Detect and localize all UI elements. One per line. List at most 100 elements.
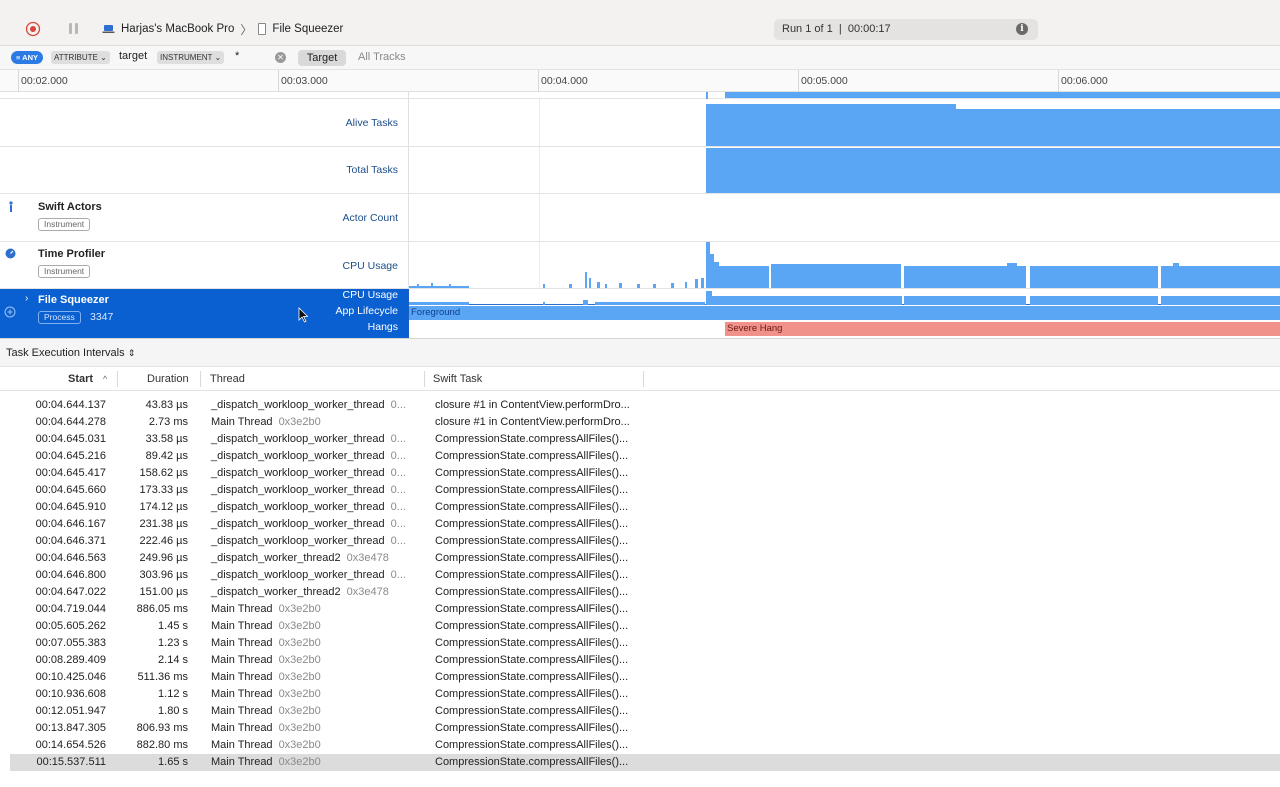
- attribute-token[interactable]: ATTRIBUTE ⌄: [51, 51, 110, 64]
- track-time-profiler[interactable]: Time Profiler Instrument CPU Usage: [0, 242, 1280, 289]
- table-row[interactable]: 00:14.654.526 882.80 ms Main Thread 0x3e2b0…: [10, 737, 1280, 754]
- track-file-squeezer[interactable]: › File Squeezer Process 3347 CPU Usage A…: [0, 289, 1280, 338]
- cell-swift-task: CompressionState.compressAllFiles()...: [435, 467, 629, 479]
- total-tasks-graph[interactable]: [408, 147, 1280, 193]
- table-row[interactable]: 00:10.936.608 1.12 s Main Thread 0x3e2b0 Com…: [10, 686, 1280, 703]
- cell-swift-task: closure #1 in ContentView.performDro...: [435, 399, 630, 411]
- ruler-tick: 00:03.000: [281, 75, 328, 87]
- detail-view-selector[interactable]: Task Execution Intervals ⇕: [6, 347, 135, 359]
- cell-thread-id: 0x3e478: [346, 552, 389, 564]
- cell-start: 00:04.645.910: [35, 501, 106, 513]
- cell-thread: Main Thread 0x3e2b0: [211, 688, 321, 700]
- any-filter-toggle[interactable]: ≡ ANY: [11, 51, 43, 64]
- mouse-cursor: [298, 307, 309, 323]
- table-row[interactable]: 00:04.645.910 174.12 µs _dispatch_workloop…: [10, 499, 1280, 516]
- graph-fill: [725, 92, 1280, 98]
- timeline-ruler[interactable]: 00:02.000 00:03.000 00:04.000 00:05.000 …: [0, 70, 1280, 92]
- lane-label-alive-tasks: Alive Tasks: [345, 117, 398, 129]
- cpu-usage-mini-graph[interactable]: [409, 289, 1280, 305]
- cell-thread: _dispatch_worker_thread2 0x3e478: [211, 586, 389, 598]
- track-alive-tasks[interactable]: Alive Tasks: [0, 99, 1280, 147]
- table-row[interactable]: 00:04.645.031 33.58 µs _dispatch_workloop_…: [10, 431, 1280, 448]
- table-row[interactable]: 00:07.055.383 1.23 s Main Thread 0x3e2b0 Com…: [10, 635, 1280, 652]
- graph-fill: [706, 104, 956, 146]
- cell-thread-id: 0x3e2b0: [278, 722, 321, 734]
- table-row[interactable]: 00:04.645.660 173.33 µs _dispatch_workloop…: [10, 482, 1280, 499]
- cell-thread-id: 0...: [390, 518, 406, 530]
- cell-duration: 1.12 s: [158, 688, 188, 700]
- cell-duration: 231.38 µs: [139, 518, 188, 530]
- instrument-token[interactable]: INSTRUMENT ⌄: [157, 51, 225, 64]
- table-row[interactable]: 00:04.645.417 158.62 µs _dispatch_workloop…: [10, 465, 1280, 482]
- attribute-value[interactable]: target: [119, 50, 147, 62]
- cell-swift-task: CompressionState.compressAllFiles()...: [435, 552, 629, 564]
- column-thread[interactable]: Thread: [210, 373, 245, 385]
- cell-swift-task: CompressionState.compressAllFiles()...: [435, 671, 629, 683]
- laptop-icon: [102, 25, 115, 33]
- cell-thread: _dispatch_worker_thread2 0x3e478: [211, 552, 389, 564]
- record-button[interactable]: [25, 21, 41, 37]
- alive-tasks-graph[interactable]: [408, 99, 1280, 146]
- cell-swift-task: CompressionState.compressAllFiles()...: [435, 705, 629, 717]
- add-track-icon[interactable]: [4, 306, 16, 318]
- cell-start: 00:04.645.660: [35, 484, 106, 496]
- instrument-tag: Instrument: [38, 218, 91, 231]
- tab-target[interactable]: Target: [298, 50, 346, 66]
- cell-start: 00:13.847.305: [35, 722, 106, 734]
- table-row[interactable]: 00:04.644.278 2.73 ms Main Thread 0x3e2b0 cl…: [10, 414, 1280, 431]
- cell-start: 00:05.605.262: [35, 620, 106, 632]
- table-row[interactable]: 00:04.646.563 249.96 µs _dispatch_worker_t…: [10, 550, 1280, 567]
- table-row[interactable]: 00:15.537.511 1.65 s Main Thread 0x3e2b0 Com…: [10, 754, 1280, 771]
- cell-duration: 2.73 ms: [148, 416, 188, 428]
- cell-duration: 89.42 µs: [145, 450, 188, 462]
- sort-ascending-icon[interactable]: ^: [103, 374, 107, 384]
- severe-hang-bar[interactable]: Severe Hang: [725, 322, 1280, 336]
- lane-label-actor-count: Actor Count: [342, 212, 398, 224]
- graph-fill: [956, 109, 1280, 146]
- track-swift-actors[interactable]: Swift Actors Instrument Actor Count: [0, 194, 1280, 242]
- instrument-name: Time Profiler: [38, 248, 106, 260]
- actor-count-graph[interactable]: [408, 194, 1280, 241]
- table-row[interactable]: 00:10.425.046 511.36 ms Main Thread 0x3e2b0…: [10, 669, 1280, 686]
- table-row[interactable]: 00:04.647.022 151.00 µs _dispatch_worker_t…: [10, 584, 1280, 601]
- table-row[interactable]: 00:04.719.044 886.05 ms Main Thread 0x3e2b0…: [10, 601, 1280, 618]
- clear-filter-icon[interactable]: ✕: [275, 52, 286, 63]
- column-start[interactable]: Start: [68, 373, 93, 385]
- cell-thread-id: 0...: [390, 501, 406, 513]
- ruler-tick: 00:05.000: [801, 75, 848, 87]
- file-squeezer-graphs[interactable]: Foreground Severe Hang: [408, 289, 1280, 338]
- table-row[interactable]: 00:04.646.371 222.46 µs _dispatch_workloop…: [10, 533, 1280, 550]
- cpu-usage-graph[interactable]: [408, 242, 1280, 288]
- table-row[interactable]: 00:08.289.409 2.14 s Main Thread 0x3e2b0 Com…: [10, 652, 1280, 669]
- table-row[interactable]: 00:04.645.216 89.42 µs _dispatch_workloop_…: [10, 448, 1280, 465]
- disclosure-chevron-icon[interactable]: ›: [25, 293, 28, 304]
- table-row[interactable]: 00:04.646.800 303.96 µs _dispatch_workloop…: [10, 567, 1280, 584]
- app-lifecycle-bar[interactable]: Foreground: [409, 306, 1280, 320]
- lane-label-cpu-usage: CPU Usage: [342, 260, 398, 272]
- target-device-selector[interactable]: Harjas's MacBook Pro 〉 File Squeezer: [102, 21, 343, 37]
- cell-thread-id: 0x3e2b0: [278, 620, 321, 632]
- table-row[interactable]: 00:05.605.262 1.45 s Main Thread 0x3e2b0 Com…: [10, 618, 1280, 635]
- toolbar: Harjas's MacBook Pro 〉 File Squeezer Run…: [0, 0, 1280, 46]
- cell-start: 00:04.644.278: [35, 416, 106, 428]
- filter-bar: ≡ ANY ATTRIBUTE ⌄ target INSTRUMENT ⌄ * …: [0, 46, 1280, 70]
- cell-thread-id: 0...: [390, 467, 406, 479]
- tab-all-tracks[interactable]: All Tracks: [358, 51, 406, 63]
- time-profiler-icon: [5, 248, 16, 259]
- table-row[interactable]: 00:04.644.137 43.83 µs _dispatch_workloop_…: [10, 397, 1280, 414]
- ruler-tick: 00:06.000: [1061, 75, 1108, 87]
- cell-start: 00:10.936.608: [35, 688, 106, 700]
- cell-thread: Main Thread 0x3e2b0: [211, 603, 321, 615]
- table-row[interactable]: 00:04.646.167 231.38 µs _dispatch_workloop…: [10, 516, 1280, 533]
- column-duration[interactable]: Duration: [147, 373, 189, 385]
- table-row[interactable]: 00:13.847.305 806.93 ms Main Thread 0x3e2b0…: [10, 720, 1280, 737]
- table-row[interactable]: 00:12.051.947 1.80 s Main Thread 0x3e2b0 Com…: [10, 703, 1280, 720]
- instrument-tag: Instrument: [38, 265, 91, 278]
- track-total-tasks[interactable]: Total Tasks: [0, 147, 1280, 194]
- column-swift-task[interactable]: Swift Task: [433, 373, 482, 385]
- process-tag: Process: [38, 311, 81, 324]
- pause-button[interactable]: [67, 22, 81, 36]
- cell-swift-task: CompressionState.compressAllFiles()...: [435, 433, 629, 445]
- instrument-value[interactable]: *: [235, 50, 239, 62]
- info-icon[interactable]: i: [1016, 23, 1028, 35]
